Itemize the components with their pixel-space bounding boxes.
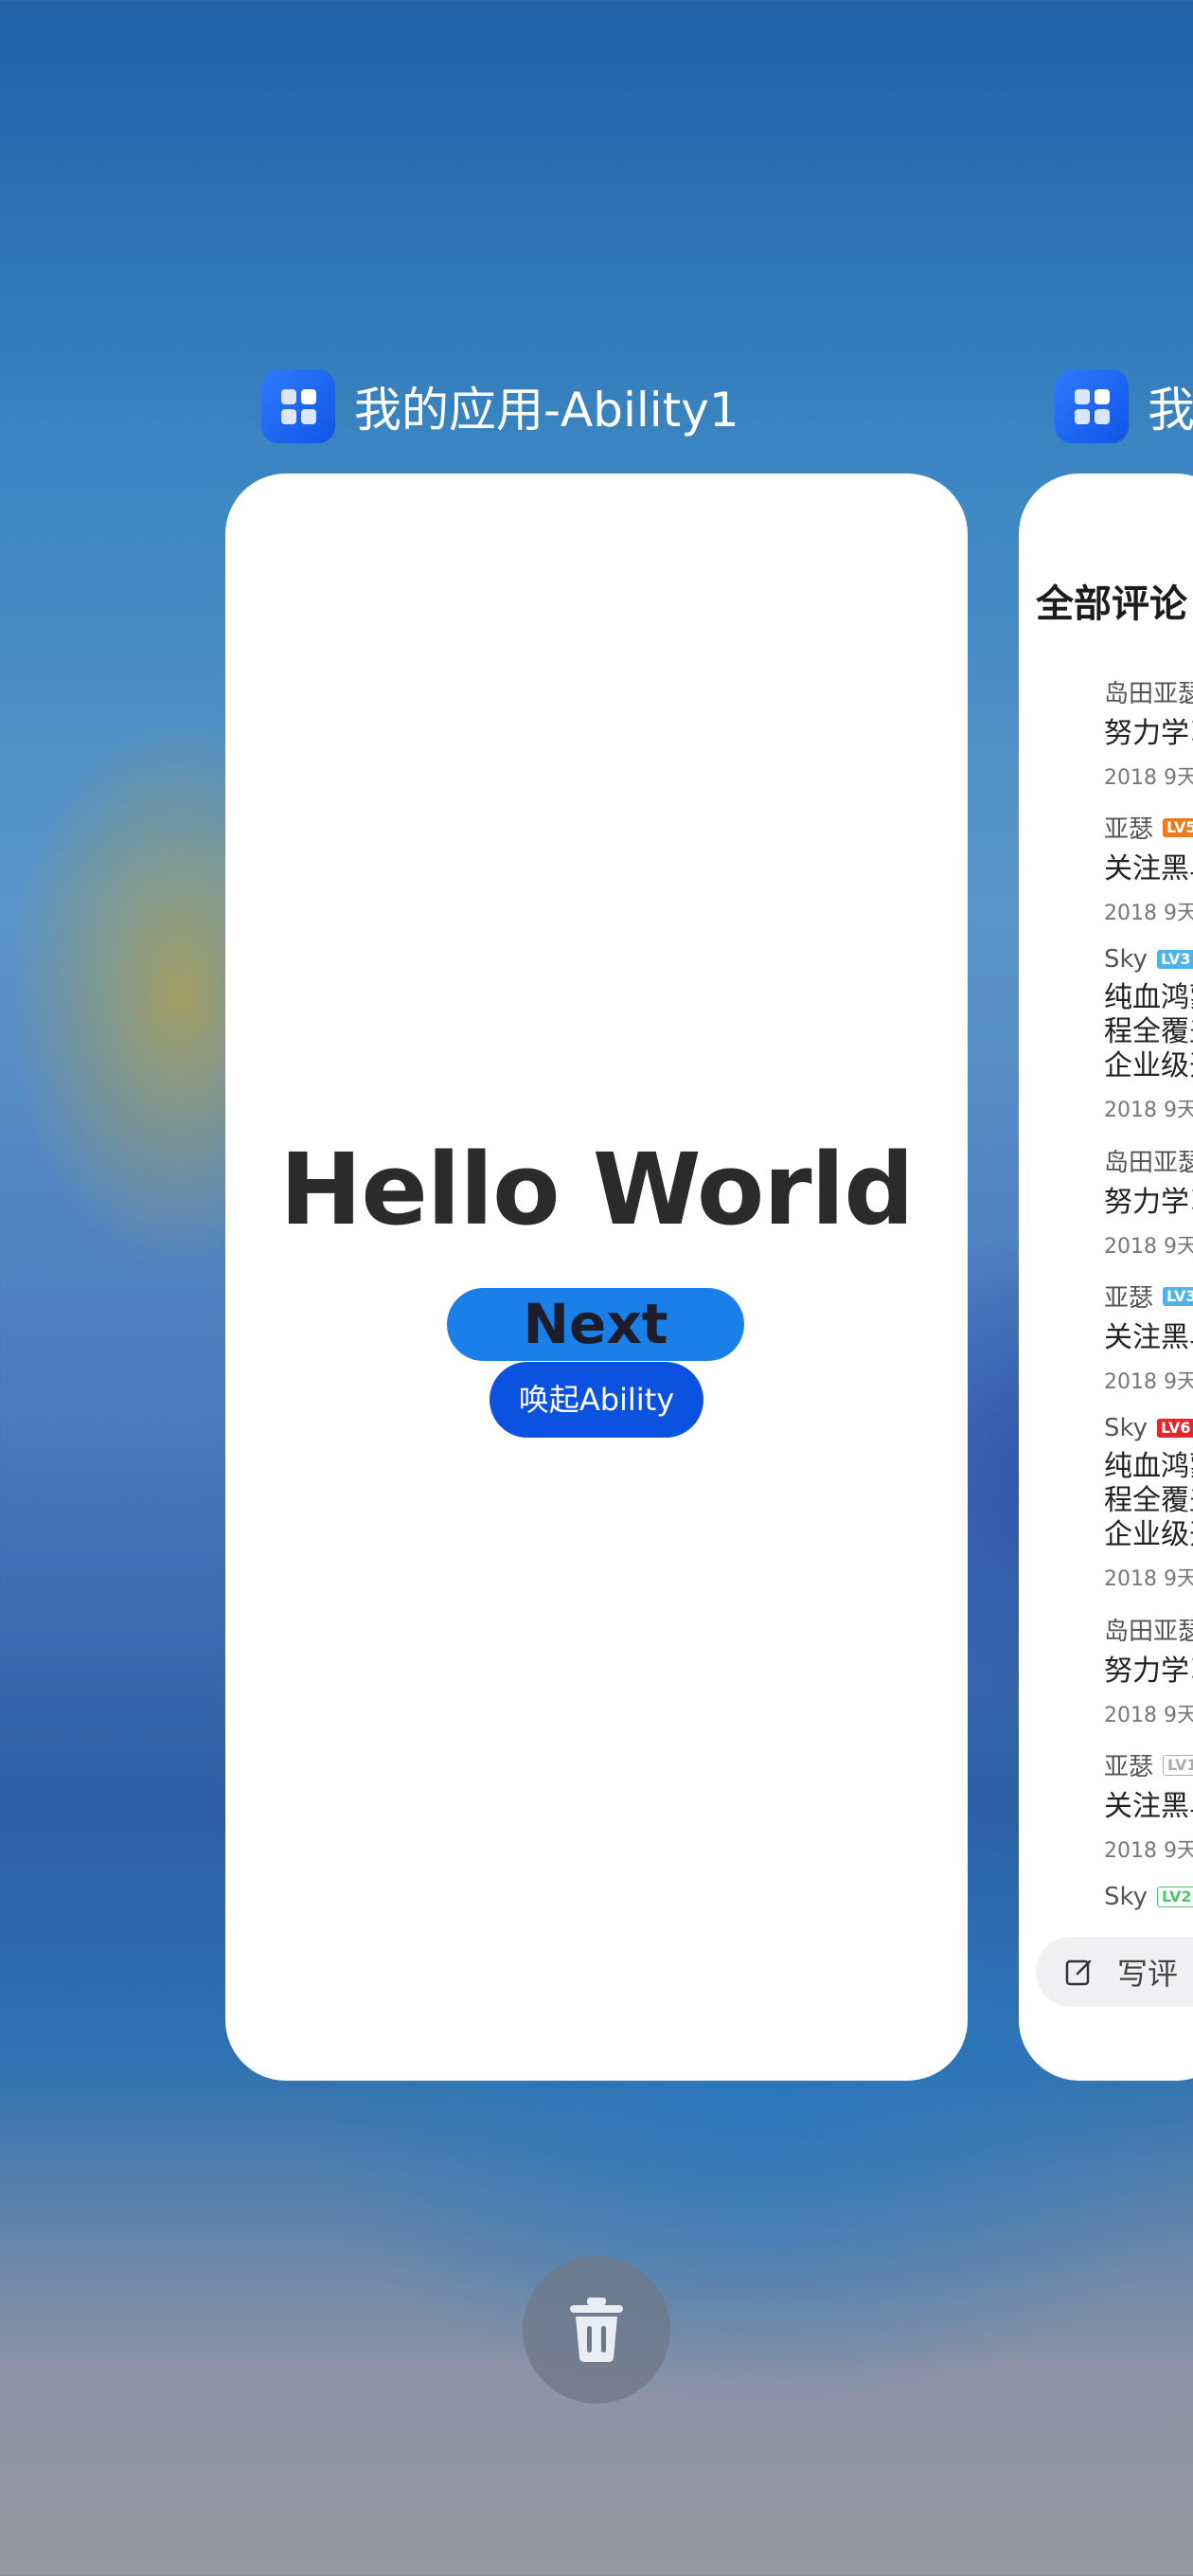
- level-badge: LV5: [1163, 817, 1193, 837]
- comment-user: 岛田亚瑟: [1104, 1618, 1193, 1646]
- comment-text: 关注黑马: [1104, 1321, 1193, 1354]
- comment-text-line3: 企业级开: [1104, 1049, 1193, 1082]
- comment-item: Sky LV2: [1104, 1883, 1193, 1911]
- comment-time: 2018 9天前: [1104, 1235, 1193, 1259]
- edit-icon: [1065, 1959, 1092, 1986]
- comment-item: 岛田亚瑟 努力学习 2018 9天前: [1104, 1143, 1193, 1260]
- comment-item: 岛田亚瑟 努力学习 2018 9天前: [1104, 1612, 1193, 1728]
- write-comment-input[interactable]: 写评: [1036, 1937, 1193, 2007]
- comment-time: 2018 9天前: [1104, 1099, 1193, 1122]
- card-header-ability1[interactable]: 我的应用-Ability1: [261, 369, 739, 443]
- comment-time: 2018 9天前: [1104, 1567, 1193, 1591]
- hello-heading: Hello World: [279, 1132, 914, 1247]
- comment-text: 纯血鸿蒙: [1104, 981, 1193, 1014]
- comment-user: 亚瑟: [1104, 1284, 1154, 1313]
- app-grid-icon: [1055, 369, 1129, 443]
- card-title: 我: [1148, 383, 1193, 438]
- comment-text-line2: 程全覆盖: [1104, 1015, 1193, 1048]
- comment-user: Sky: [1104, 1414, 1148, 1442]
- level-badge: LV3: [1157, 950, 1193, 969]
- level-badge: LV1: [1163, 1754, 1193, 1776]
- write-comment-placeholder: 写评: [1117, 1956, 1179, 1992]
- comment-text-line3: 企业级开: [1104, 1518, 1193, 1551]
- next-button[interactable]: Next: [447, 1288, 744, 1361]
- comment-time: 2018 9天前: [1104, 1839, 1193, 1863]
- recent-task-card-ability1[interactable]: Hello World Next 唤起Ability: [225, 474, 968, 2081]
- comment-text-line2: 程全覆盖: [1104, 1484, 1193, 1517]
- comment-text: 关注黑马: [1104, 1790, 1193, 1823]
- comment-text: 努力学习: [1104, 1655, 1193, 1688]
- comment-time: 2018 9天前: [1104, 766, 1193, 790]
- comment-user: 亚瑟: [1104, 815, 1154, 844]
- comment-text: 努力学习: [1104, 1186, 1193, 1219]
- comment-item: 亚瑟 LV5 关注黑马 2018 9天前: [1104, 810, 1193, 926]
- comment-item: 岛田亚瑟 努力学习 2018 9天前: [1104, 674, 1193, 791]
- launch-ability-button[interactable]: 唤起Ability: [490, 1362, 703, 1438]
- comment-time: 2018 9天前: [1104, 902, 1193, 925]
- recent-task-card-comments[interactable]: 全部评论 岛田亚瑟 努力学习 2018 9天前 亚瑟 LV5 关注黑马 2018 …: [1019, 474, 1193, 2081]
- comment-time: 2018 9天前: [1104, 1370, 1193, 1394]
- clear-all-button[interactable]: [523, 2256, 670, 2404]
- comment-text: 纯血鸿蒙: [1104, 1450, 1193, 1483]
- app-grid-icon: [261, 369, 335, 443]
- comment-item: Sky LV6 纯血鸿蒙 程全覆盖 企业级开 2018 9天前: [1104, 1414, 1193, 1592]
- card-header-second[interactable]: 我: [1055, 369, 1193, 443]
- comment-user: 岛田亚瑟: [1104, 680, 1193, 708]
- comment-user: 岛田亚瑟: [1104, 1149, 1193, 1177]
- comment-text: 关注黑马: [1104, 852, 1193, 886]
- comment-item: 亚瑟 LV1 关注黑马 2018 9天前: [1104, 1747, 1193, 1864]
- comment-item: 亚瑟 LV3 关注黑马 2018 9天前: [1104, 1279, 1193, 1395]
- level-badge: LV3: [1163, 1286, 1193, 1306]
- comments-section-title: 全部评论: [1036, 582, 1187, 626]
- comment-user: Sky: [1104, 1883, 1148, 1911]
- level-badge: LV6: [1157, 1419, 1193, 1438]
- comment-text: 努力学习: [1104, 717, 1193, 750]
- comment-user: Sky: [1104, 945, 1148, 974]
- comment-item: Sky LV3 纯血鸿蒙 程全覆盖 企业级开 2018 9天前: [1104, 945, 1193, 1123]
- card-title: 我的应用-Ability1: [354, 383, 739, 438]
- comment-time: 2018 9天前: [1104, 1704, 1193, 1727]
- trash-icon: [570, 2298, 623, 2362]
- level-badge: LV2: [1157, 1887, 1193, 1907]
- comment-user: 亚瑟: [1104, 1753, 1154, 1781]
